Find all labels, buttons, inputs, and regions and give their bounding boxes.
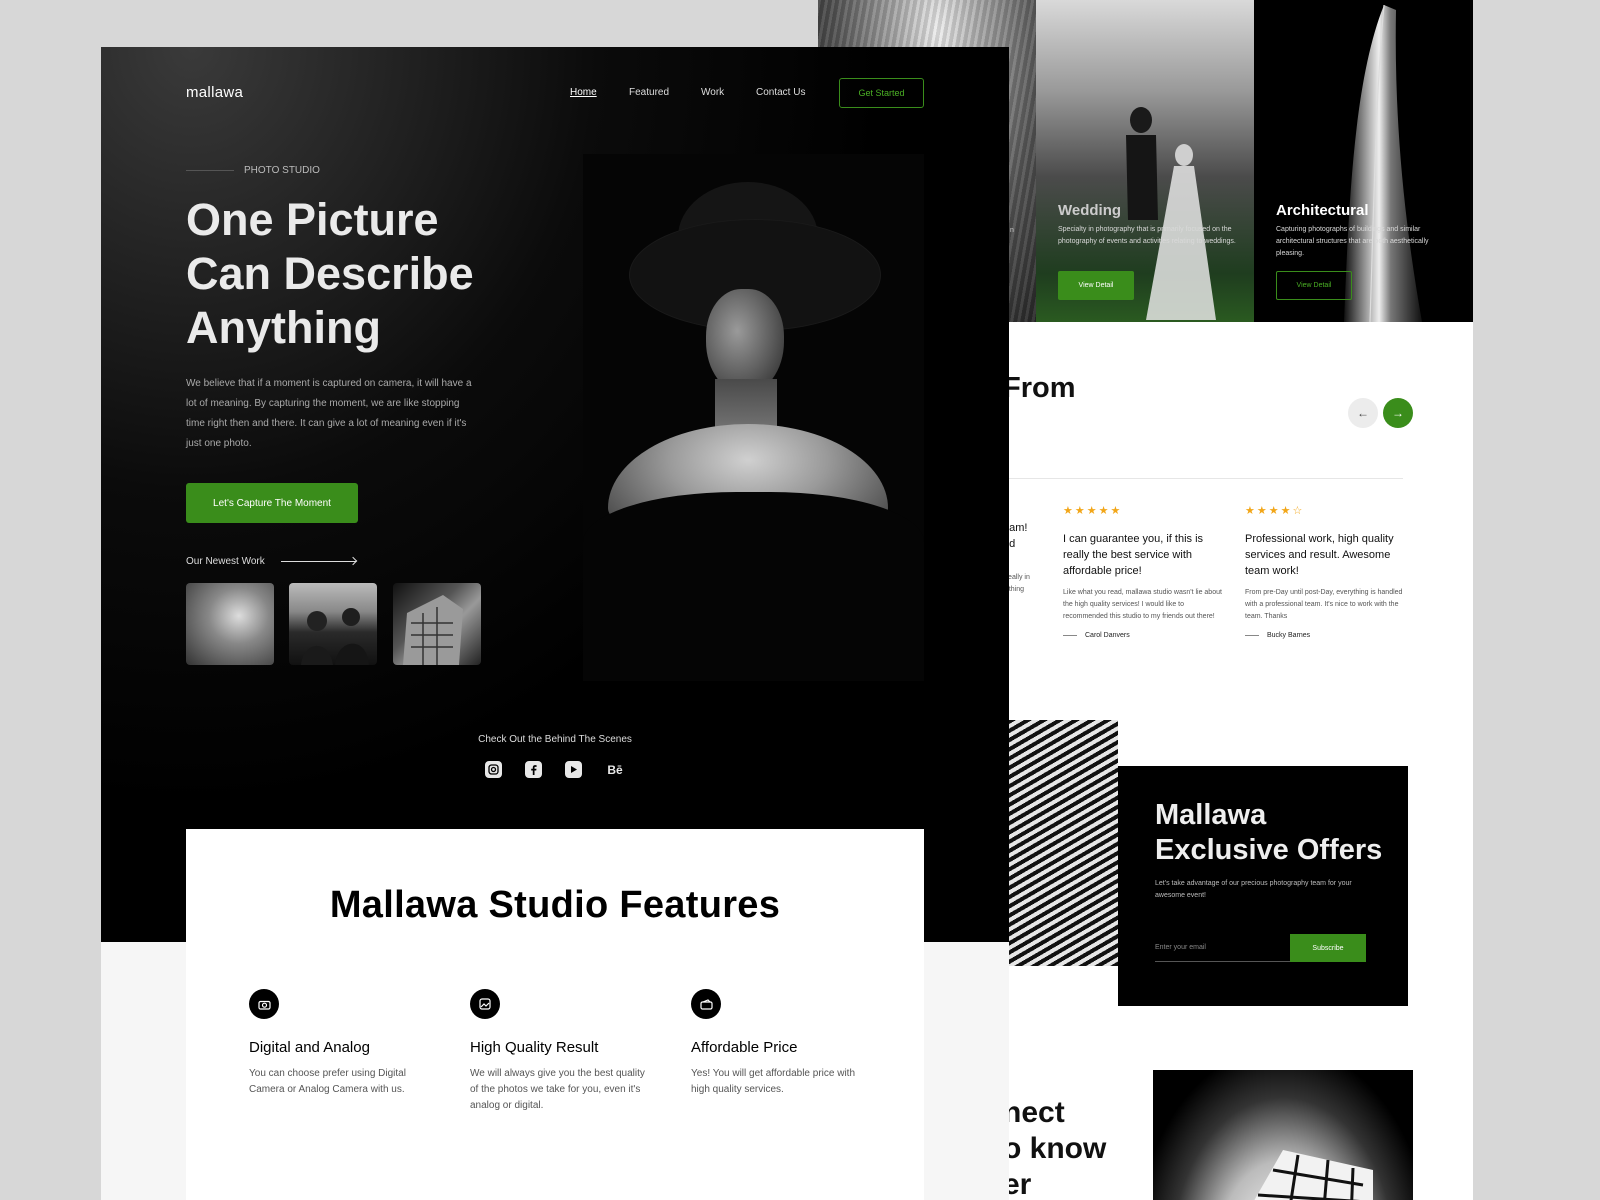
wallet-icon [691,989,721,1019]
arrow-right-icon [280,561,356,562]
brand-logo[interactable]: mallawa [186,84,243,101]
testimonial-quote: Professional work, high quality services… [1245,533,1394,577]
testimonial-author: Carol Danvers [1063,632,1228,639]
offers-banner: Mallawa Exclusive Offers Let's take adva… [1118,766,1408,1006]
building-silhouette [403,595,463,665]
wave-sculpture-photo [1003,720,1118,966]
image-icon [470,989,500,1019]
work-thumbnail[interactable] [289,583,377,665]
window-grid [1254,1150,1373,1200]
category-title: Wedding [1058,202,1122,219]
testimonial-author: Bucky Barnes [1245,632,1410,639]
feature-desc: You can choose prefer using Digital Came… [249,1068,406,1095]
feature-name: High Quality Result [470,1039,599,1056]
prev-arrow-button[interactable]: ← [1348,398,1378,428]
camera-icon [249,989,279,1019]
dome-architecture-photo [1153,1070,1413,1200]
feature-item: High Quality Result We will always give … [470,989,650,1114]
testimonial-body: From pre-Day until post-Day, everything … [1245,589,1403,620]
feature-desc: Yes! You will get affordable price with … [691,1068,855,1095]
feature-item: Affordable Price Yes! You will get affor… [691,989,871,1098]
facebook-icon[interactable] [525,761,542,778]
feature-name: Digital and Analog [249,1039,370,1056]
hero-headline: One Picture Can Describe Anything [186,194,474,353]
social-links: Bē [101,761,1009,778]
testimonial-body: Really in rything [1003,574,1030,593]
testimonial-quote: eam! ed [1003,522,1028,550]
testimonial-body: Like what you read, mallawa studio wasn'… [1063,589,1222,620]
star-rating: ★★★★★ [1063,505,1123,517]
hero-portrait-photo [583,154,924,681]
hero-eyebrow: PHOTO STUDIO [186,165,320,176]
subscribe-button[interactable]: Subscribe [1290,934,1366,962]
testimonial-card: ★★★★☆ Professional work, high quality se… [1245,504,1410,639]
features-card: Mallawa Studio Features Digital and Anal… [186,829,924,1200]
behind-scenes-label: Check Out the Behind The Scenes [478,734,632,745]
next-arrow-button[interactable]: → [1383,398,1413,428]
newest-work-label: Our Newest Work [186,556,265,567]
nav-home[interactable]: Home [570,87,597,98]
feature-item: Digital and Analog You can choose prefer… [249,989,429,1098]
nav-contact[interactable]: Contact Us [756,87,805,98]
category-card-architectural[interactable]: Architectural Capturing photographs of b… [1254,0,1473,322]
view-detail-button[interactable]: View Detail [1276,271,1352,300]
nav-work[interactable]: Work [701,87,724,98]
youtube-icon[interactable] [565,761,582,778]
category-card-wedding[interactable]: Wedding Specialty in photography that is… [1036,0,1254,322]
testimonial-quote: I can guarantee you, if this is really t… [1063,533,1204,577]
testimonial-card: ★★★★★ I can guarantee you, if this is re… [1063,504,1228,639]
nav-featured[interactable]: Featured [629,87,669,98]
category-desc: Specialty in photography that is primari… [1058,226,1236,245]
offers-subtitle: Let's take advantage of our precious pho… [1155,880,1352,899]
arrow-right-icon: → [1392,406,1404,420]
newest-work-link[interactable]: Our Newest Work [186,556,356,567]
couple-silhouette [301,608,369,665]
work-thumbnail[interactable] [186,583,274,665]
testimonials-title: From [1003,372,1076,404]
offers-title: Mallawa Exclusive Offers [1155,799,1383,866]
feature-desc: We will always give you the best quality… [470,1068,645,1111]
hero-paragraph: We believe that if a moment is captured … [186,378,472,449]
connect-heading: nect o know er [1003,1096,1107,1200]
category-desc: n [1010,227,1014,234]
arrow-left-icon: ← [1357,406,1369,420]
feature-name: Affordable Price [691,1039,798,1056]
work-thumbnail[interactable] [393,583,481,665]
view-detail-button[interactable]: View Detail [1058,271,1134,300]
main-page: mallawa Home Featured Work Contact Us Ge… [101,47,1009,1200]
category-desc: Capturing photographs of buildings and s… [1276,226,1429,257]
features-title: Mallawa Studio Features [329,884,781,926]
get-started-button[interactable]: Get Started [839,78,924,108]
testimonial-card-partial: eam! ed Really in rything [1003,520,1043,596]
instagram-icon[interactable] [485,761,502,778]
email-field[interactable]: Enter your email [1155,934,1290,962]
behance-icon[interactable]: Bē [605,761,625,778]
testimonials-divider [1003,478,1403,479]
star-rating: ★★★★☆ [1245,505,1305,517]
capture-moment-button[interactable]: Let's Capture The Moment [186,483,358,523]
category-title: Architectural [1276,202,1369,219]
